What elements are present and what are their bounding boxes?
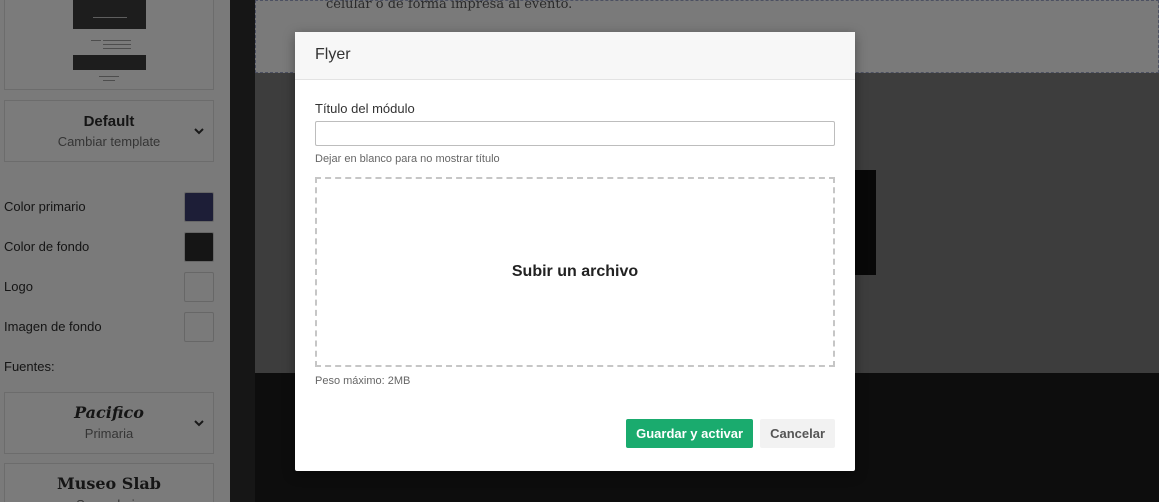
module-title-help: Dejar en blanco para no mostrar título — [315, 153, 500, 165]
save-and-activate-button[interactable]: Guardar y activar — [626, 419, 754, 448]
modal-title: Flyer — [315, 46, 351, 63]
file-dropzone[interactable]: Subir un archivo — [315, 177, 835, 367]
upload-file-label[interactable]: Subir un archivo — [512, 263, 638, 281]
modal-body: Título del módulo Dejar en blanco para n… — [295, 101, 855, 387]
modal-header: Flyer — [295, 32, 855, 80]
module-title-input[interactable] — [315, 121, 835, 146]
module-title-label: Título del módulo — [315, 101, 415, 116]
flyer-modal: Flyer Título del módulo Dejar en blanco … — [295, 32, 855, 471]
modal-actions: Guardar y activar Cancelar — [626, 419, 835, 448]
max-file-size: Peso máximo: 2MB — [315, 375, 411, 387]
cancel-button[interactable]: Cancelar — [760, 419, 835, 448]
